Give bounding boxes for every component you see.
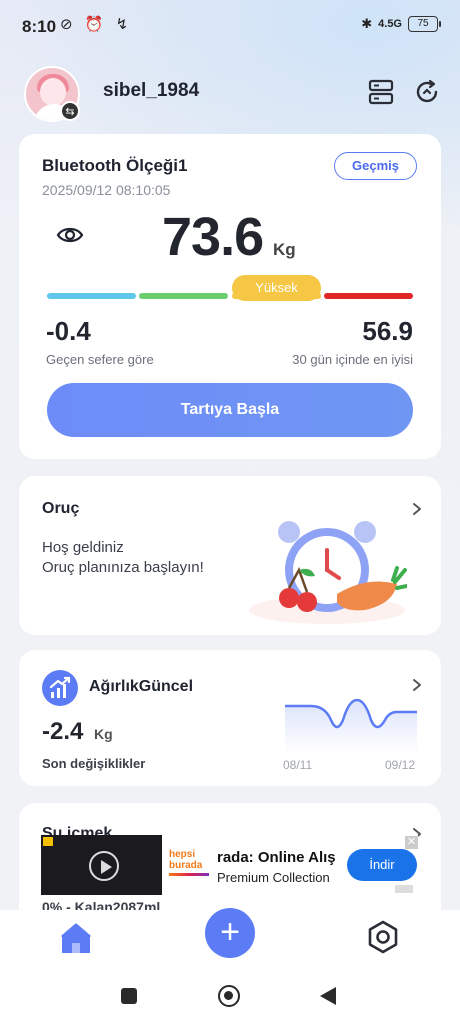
sync-icon[interactable]	[413, 78, 441, 106]
trend-x-start: 08/11	[283, 758, 313, 772]
fasting-prompt: Oruç planınıza başlayın!	[42, 559, 204, 576]
ad-video[interactable]	[41, 835, 162, 895]
battery-icon: 75	[408, 16, 441, 32]
ad-badge	[43, 837, 53, 846]
start-weighing-button[interactable]: Tartıya Başla	[47, 383, 413, 437]
chevron-right-icon[interactable]	[411, 502, 423, 516]
ad-title: rada: Online Alış	[217, 849, 336, 866]
ad-banner[interactable]: hepsi burada rada: Online Alış Premium C…	[41, 835, 418, 895]
measurement-datetime: 2025/09/12 08:10:05	[42, 182, 171, 198]
weight-level-badge: Yüksek	[232, 275, 321, 301]
history-button[interactable]: Geçmiş	[334, 152, 417, 180]
system-nav-bar	[0, 970, 460, 1024]
weight-card: Bluetooth Ölçeği1 2025/09/12 08:10:05 Ge…	[19, 134, 441, 459]
bmi-bar-obese	[324, 293, 413, 299]
delta-label: Geçen sefere göre	[46, 352, 154, 367]
notification-icons: ⊘ ⏰ ↯	[60, 16, 133, 33]
bluetooth-icon: ✱	[361, 16, 373, 31]
ad-info-icon[interactable]	[395, 885, 413, 893]
ad-brand-line2: burada	[169, 860, 203, 871]
bottom-nav: +	[0, 908, 460, 970]
best-label: 30 gün içinde en iyisi	[292, 352, 413, 367]
fasting-title: Oruç	[42, 500, 80, 517]
add-button[interactable]: +	[205, 908, 255, 958]
system-home-icon[interactable]	[218, 985, 240, 1007]
bmi-bar-underweight	[47, 293, 136, 299]
eye-icon[interactable]	[56, 224, 84, 246]
trend-title: AğırlıkGüncel	[89, 678, 194, 695]
fasting-card[interactable]: Oruç Hoş geldiniz Oruç planınıza başlayı…	[19, 476, 441, 635]
trend-label: Son değişiklikler	[42, 756, 146, 771]
ad-install-button[interactable]: İndir	[347, 849, 417, 881]
recent-apps-icon[interactable]	[121, 988, 137, 1004]
clock-food-illustration	[249, 521, 407, 624]
trend-value: -2.4	[42, 718, 84, 745]
trend-sparkline	[285, 698, 417, 754]
delta-value: -0.4	[46, 316, 91, 346]
username: sibel_1984	[103, 80, 200, 101]
back-icon[interactable]	[320, 987, 336, 1005]
ad-subtitle: Premium Collection	[217, 870, 330, 885]
ad-close-icon[interactable]: ✕	[405, 836, 418, 849]
avatar-face	[40, 78, 66, 106]
weight-unit: Kg	[273, 240, 296, 259]
ad-brand-line1: hepsi	[169, 849, 196, 860]
trend-chart-icon	[42, 670, 78, 706]
status-bar: 8:10 ⊘ ⏰ ↯ ✱ 4.5G 75	[0, 0, 460, 54]
bmi-bar-normal	[139, 293, 228, 299]
ad-brand-logo: hepsi burada	[169, 849, 211, 883]
ad-brand-underline	[169, 873, 209, 876]
status-time: 8:10	[22, 17, 57, 36]
settings-icon[interactable]	[366, 920, 400, 954]
switch-user-icon[interactable]: ⇆	[60, 101, 80, 121]
home-icon[interactable]	[58, 922, 94, 956]
fasting-welcome: Hoş geldiniz	[42, 539, 124, 556]
scale-name: Bluetooth Ölçeği1	[42, 156, 188, 175]
trend-x-end: 09/12	[385, 758, 416, 772]
best-value: 56.9	[362, 316, 413, 346]
network-signal-icon: 4.5G	[378, 18, 402, 30]
weight-value: 73.6	[162, 207, 264, 267]
weight-trend-card[interactable]: AğırlıkGüncel -2.4 Kg Son değişiklikler …	[19, 650, 441, 786]
devices-icon[interactable]	[367, 78, 395, 106]
play-icon[interactable]	[89, 851, 119, 881]
status-right-group: ✱ 4.5G 75	[361, 16, 441, 32]
trend-unit: Kg	[94, 726, 113, 742]
